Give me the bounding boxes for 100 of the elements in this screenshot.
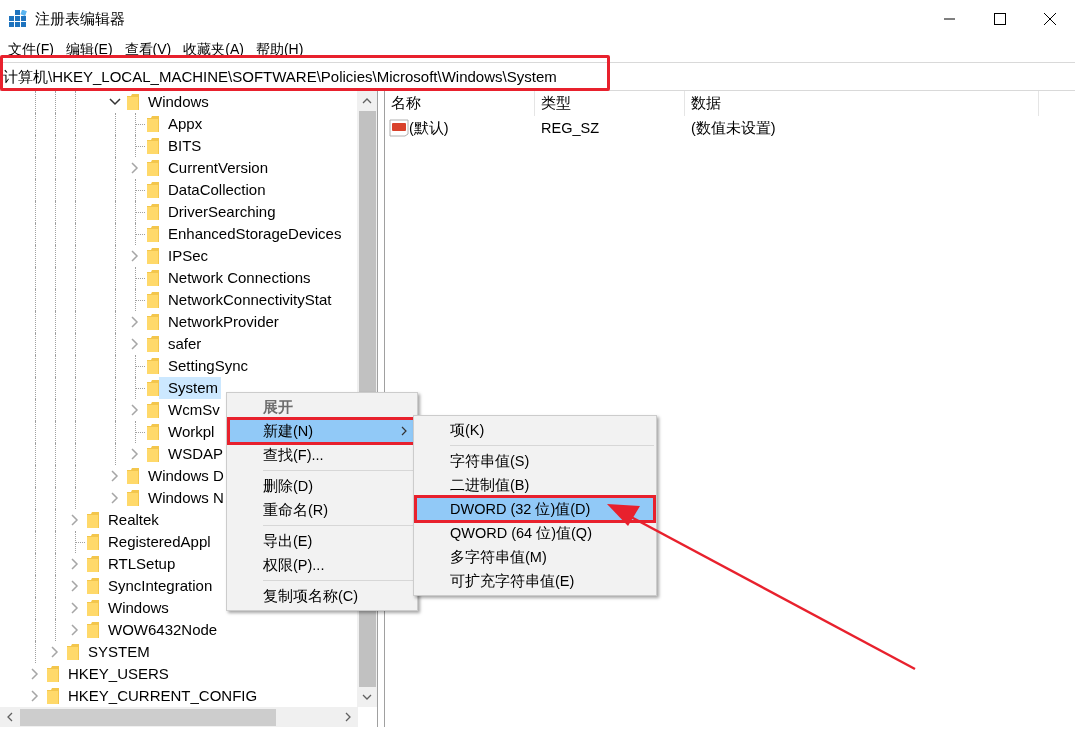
folder-icon [127, 94, 139, 110]
chevron-right-icon[interactable] [129, 316, 141, 328]
chevron-right-icon[interactable] [109, 470, 121, 482]
tree-item[interactable]: DriverSearching [159, 201, 279, 223]
folder-icon [147, 226, 159, 242]
chevron-right-icon[interactable] [69, 624, 81, 636]
folder-icon [87, 600, 99, 616]
chevron-right-icon[interactable] [49, 646, 61, 658]
chevron-right-icon[interactable] [109, 492, 121, 504]
tree-item[interactable]: IPSec [159, 245, 212, 267]
folder-icon [147, 358, 159, 374]
chevron-down-icon [362, 694, 372, 700]
tree-item[interactable]: Windows D [139, 465, 227, 487]
folder-icon [47, 688, 59, 704]
folder-icon [147, 116, 159, 132]
tree-item[interactable]: System [159, 377, 221, 399]
folder-icon [147, 160, 159, 176]
chevron-right-icon[interactable] [129, 162, 141, 174]
close-icon [1044, 13, 1056, 25]
column-header[interactable]: 名称 [385, 91, 535, 116]
window-title: 注册表编辑器 [35, 9, 126, 29]
tree-item[interactable]: CurrentVersion [159, 157, 272, 179]
chevron-left-icon [7, 712, 13, 722]
chevron-right-icon[interactable] [129, 448, 141, 460]
chevron-right-icon[interactable] [129, 250, 141, 262]
menu-item[interactable]: DWORD (32 位)值(D) [416, 497, 654, 521]
chevron-right-icon[interactable] [69, 558, 81, 570]
folder-icon [127, 490, 139, 506]
chevron-right-icon[interactable] [129, 338, 141, 350]
scrollbar-thumb[interactable] [20, 708, 276, 726]
tree-item[interactable]: Network Connections [159, 267, 314, 289]
folder-icon [147, 292, 159, 308]
value-type: REG_SZ [540, 120, 600, 136]
menu-item[interactable]: QWORD (64 位)值(Q) [416, 521, 654, 545]
tree-item[interactable]: HKEY_CURRENT_CONFIG [59, 685, 261, 707]
menu-item[interactable]: 导出(E) [229, 529, 415, 553]
menu-item[interactable]: 新建(N) [229, 419, 415, 443]
menu-item[interactable]: 重命名(R) [229, 498, 415, 522]
menu-item[interactable]: 权限(P)... [229, 553, 415, 577]
folder-icon [147, 336, 159, 352]
cubes-icon [9, 10, 27, 28]
chevron-down-icon[interactable] [109, 96, 121, 108]
tree-item[interactable]: WcmSv [159, 399, 223, 421]
chevron-right-icon[interactable] [69, 514, 81, 526]
folder-icon [87, 556, 99, 572]
folder-icon [87, 622, 99, 638]
tree-item[interactable]: SYSTEM [79, 641, 153, 663]
tree-item[interactable]: Windows [139, 91, 212, 113]
folder-icon [147, 446, 159, 462]
chevron-right-icon[interactable] [129, 404, 141, 416]
folder-icon [87, 534, 99, 550]
tree-item[interactable]: Workpl [159, 421, 218, 443]
address-field[interactable]: 计算机\HKEY_LOCAL_MACHINE\SOFTWARE\Policies\Microsoft\Windows\System [0, 63, 1075, 90]
folder-icon [147, 402, 159, 418]
chevron-right-icon [345, 712, 351, 722]
folder-icon [147, 380, 159, 396]
tree-item[interactable]: SettingSync [159, 355, 252, 377]
menu-item[interactable]: 字符串值(S) [416, 449, 654, 473]
menu-item[interactable]: 查找(F)... [229, 443, 415, 467]
chevron-right-icon[interactable] [29, 668, 41, 680]
value-icon [389, 119, 409, 137]
column-header[interactable]: 数据 [685, 91, 1039, 116]
menu-item[interactable]: 复制项名称(C) [229, 584, 415, 608]
tree-item[interactable]: Realtek [99, 509, 162, 531]
folder-icon [127, 468, 139, 484]
menu-item[interactable]: 删除(D) [229, 474, 415, 498]
chevron-up-icon [362, 98, 372, 104]
tree-item[interactable]: NetworkProvider [159, 311, 282, 333]
tree-item[interactable]: NetworkConnectivityStat [159, 289, 335, 311]
tree-item[interactable]: BITS [159, 135, 205, 157]
chevron-right-icon[interactable] [69, 580, 81, 592]
folder-icon [147, 248, 159, 264]
tree-item[interactable]: RTLSetup [99, 553, 179, 575]
chevron-right-icon[interactable] [29, 690, 41, 702]
tree-item[interactable]: Windows [99, 597, 172, 619]
folder-icon [87, 578, 99, 594]
tree-item[interactable]: SyncIntegration [99, 575, 216, 597]
value-data: (数值未设置) [690, 118, 776, 138]
value-name[interactable]: (默认) [409, 118, 449, 138]
tree-item[interactable]: HKEY_USERS [59, 663, 172, 685]
folder-icon [87, 512, 99, 528]
tree-item[interactable]: RegisteredAppl [99, 531, 214, 553]
tree-item[interactable]: Appx [159, 113, 206, 135]
tree-item[interactable]: safer [159, 333, 205, 355]
tree-item[interactable]: WSDAP [159, 443, 226, 465]
tree-item[interactable]: Windows N [139, 487, 227, 509]
menu-item[interactable]: 项(K) [416, 418, 654, 442]
folder-icon [147, 270, 159, 286]
tree-item[interactable]: DataCollection [159, 179, 269, 201]
column-header[interactable]: 类型 [535, 91, 685, 116]
menu-item[interactable]: 可扩充字符串值(E) [416, 569, 654, 593]
tree-item[interactable]: EnhancedStorageDevices [159, 223, 345, 245]
menu-item[interactable]: 多字符串值(M) [416, 545, 654, 569]
horizontal-scrollbar[interactable] [0, 707, 358, 727]
folder-icon [147, 204, 159, 220]
menu-item[interactable]: 二进制值(B) [416, 473, 654, 497]
folder-icon [147, 424, 159, 440]
tree-item[interactable]: WOW6432Node [99, 619, 221, 641]
folder-icon [47, 666, 59, 682]
chevron-right-icon[interactable] [69, 602, 81, 614]
